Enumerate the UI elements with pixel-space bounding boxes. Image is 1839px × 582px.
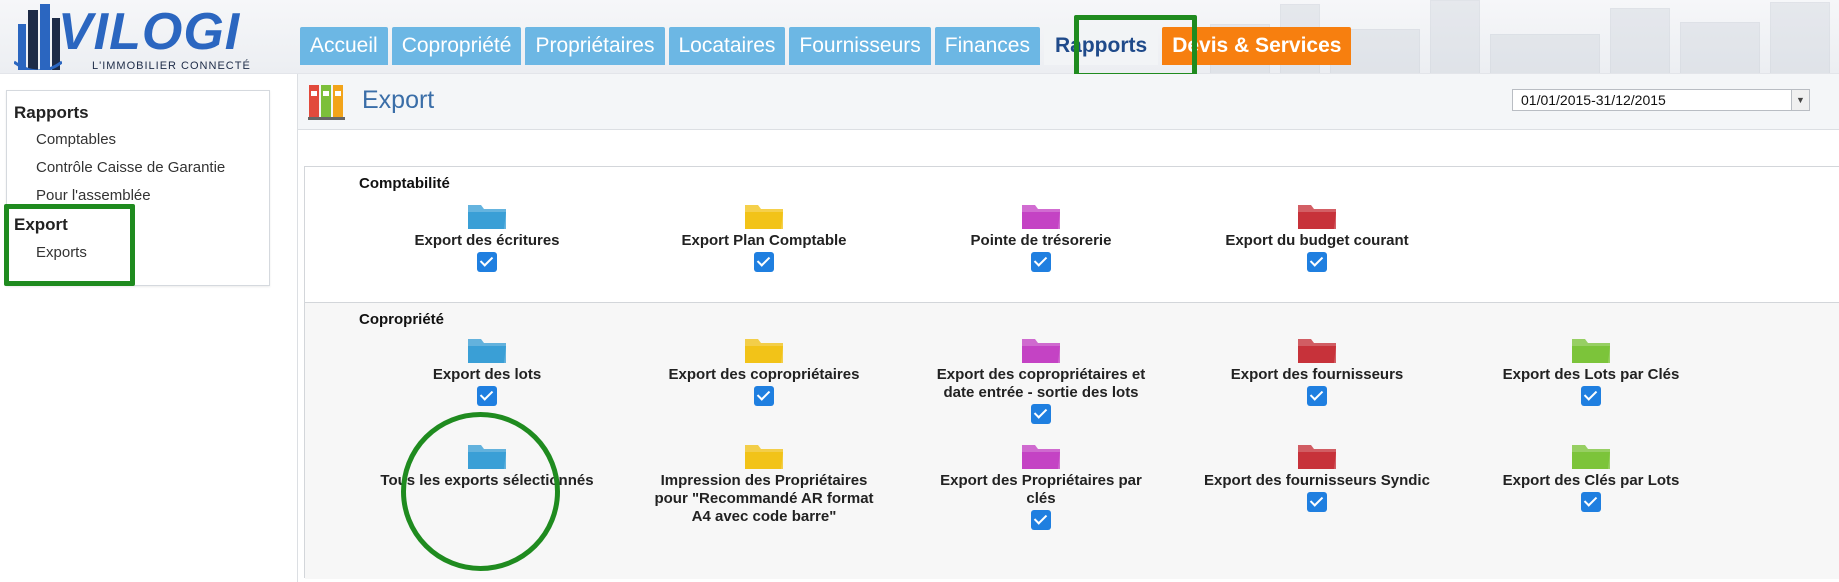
export-item-label: Export des Propriétaires par clés	[940, 472, 1142, 507]
export-item[interactable]: Export des copropriétaires et date entré…	[926, 334, 1156, 424]
export-item[interactable]: Export des lots	[372, 334, 602, 406]
folder-icon	[1298, 445, 1336, 469]
folder-icon	[745, 445, 783, 469]
folder-icon	[1298, 339, 1336, 363]
export-item-label: Export des lots	[432, 366, 542, 383]
main-tabs: Accueil Copropriété Propriétaires Locata…	[300, 27, 1355, 65]
binders-icon	[308, 85, 345, 120]
folder-icon	[1022, 205, 1060, 229]
export-checkbox[interactable]	[754, 252, 774, 272]
section-title-comptabilite: Comptabilité	[359, 175, 450, 192]
folder-icon	[1572, 445, 1610, 469]
export-item[interactable]: Export des Lots par Clés	[1476, 334, 1706, 406]
export-item[interactable]: Export Plan Comptable	[649, 200, 879, 272]
export-item-label: Export des copropriétaires	[668, 366, 860, 383]
tab-finances[interactable]: Finances	[934, 27, 1040, 65]
export-item-label: Export Plan Comptable	[681, 232, 847, 249]
section-title-copropriete: Copropriété	[359, 311, 445, 328]
page-header: Export 01/01/2015-31/12/2015 ▼	[298, 74, 1839, 130]
export-item-label: Impression des Propriétaires pour "Recom…	[654, 472, 874, 525]
export-item[interactable]: Export des Propriétaires par clés	[926, 440, 1156, 530]
folder-icon	[1022, 339, 1060, 363]
folder-icon	[468, 205, 506, 229]
export-checkbox[interactable]	[1307, 492, 1327, 512]
export-checkbox[interactable]	[754, 386, 774, 406]
export-item-label: Export des copropriétaires et date entré…	[936, 366, 1146, 401]
sidebar-heading-rapports: Rapports	[14, 103, 89, 122]
tab-locataires[interactable]: Locataires	[668, 27, 786, 65]
tab-copropriete[interactable]: Copropriété	[391, 27, 522, 65]
all-exports-circle-highlight	[401, 412, 560, 571]
export-item-label: Export des fournisseurs Syndic	[1204, 472, 1430, 489]
folder-icon	[468, 339, 506, 363]
folder-icon	[1298, 205, 1336, 229]
chevron-down-icon[interactable]: ▼	[1791, 90, 1809, 110]
export-item-label: Export des écritures	[414, 232, 560, 249]
export-item[interactable]: Export des Clés par Lots	[1476, 440, 1706, 512]
export-item[interactable]: Impression des Propriétaires pour "Recom…	[649, 440, 879, 526]
tab-fournisseurs[interactable]: Fournisseurs	[789, 27, 931, 65]
export-item-label: Pointe de trésorerie	[970, 232, 1112, 249]
export-item[interactable]: Export des fournisseurs Syndic	[1202, 440, 1432, 512]
export-item[interactable]: Export des copropriétaires	[649, 334, 879, 406]
folder-icon	[745, 205, 783, 229]
export-item-label: Export des fournisseurs	[1230, 366, 1404, 383]
tab-accueil[interactable]: Accueil	[300, 27, 388, 65]
date-range-select[interactable]: 01/01/2015-31/12/2015 ▼	[1512, 89, 1810, 111]
app-header: VILOGI L'IMMOBILIER CONNECTÉ Accueil Cop…	[0, 0, 1839, 74]
page-title: Export	[362, 86, 435, 114]
export-checkbox[interactable]	[1307, 252, 1327, 272]
export-checkbox[interactable]	[1031, 404, 1051, 424]
building-logo-icon	[14, 4, 62, 70]
export-checkbox[interactable]	[1031, 252, 1051, 272]
logo-subtitle: L'IMMOBILIER CONNECTÉ	[92, 60, 251, 72]
export-item[interactable]: Export du budget courant	[1202, 200, 1432, 272]
section-comptabilite: Comptabilité Export des écritures Export …	[305, 167, 1839, 303]
folder-icon	[745, 339, 783, 363]
date-range-value: 01/01/2015-31/12/2015	[1521, 92, 1666, 108]
rapports-tab-highlight	[1074, 15, 1197, 78]
vilogi-logo[interactable]: VILOGI L'IMMOBILIER CONNECTÉ	[0, 0, 300, 73]
folder-icon	[1022, 445, 1060, 469]
export-sidebar-highlight	[4, 204, 135, 286]
logo-text: VILOGI	[58, 3, 241, 61]
export-checkbox[interactable]	[477, 386, 497, 406]
export-checkbox[interactable]	[477, 252, 497, 272]
export-checkbox[interactable]	[1581, 386, 1601, 406]
tab-proprietaires[interactable]: Propriétaires	[525, 27, 665, 65]
sidebar-item-comptables[interactable]: Comptables	[36, 131, 116, 148]
export-item-label: Export des Clés par Lots	[1502, 472, 1680, 489]
export-checkbox[interactable]	[1031, 510, 1051, 530]
sidebar-item-assemblee[interactable]: Pour l'assemblée	[36, 187, 151, 204]
export-item-label: Export des Lots par Clés	[1502, 366, 1680, 383]
export-checkbox[interactable]	[1581, 492, 1601, 512]
export-checkbox[interactable]	[1307, 386, 1327, 406]
export-item[interactable]: Export des fournisseurs	[1202, 334, 1432, 406]
export-item[interactable]: Pointe de trésorerie	[926, 200, 1156, 272]
export-item[interactable]: Export des écritures	[372, 200, 602, 272]
sidebar-item-controle-caisse[interactable]: Contrôle Caisse de Garantie	[36, 159, 225, 176]
folder-icon	[1572, 339, 1610, 363]
export-item-label: Export du budget courant	[1225, 232, 1409, 249]
